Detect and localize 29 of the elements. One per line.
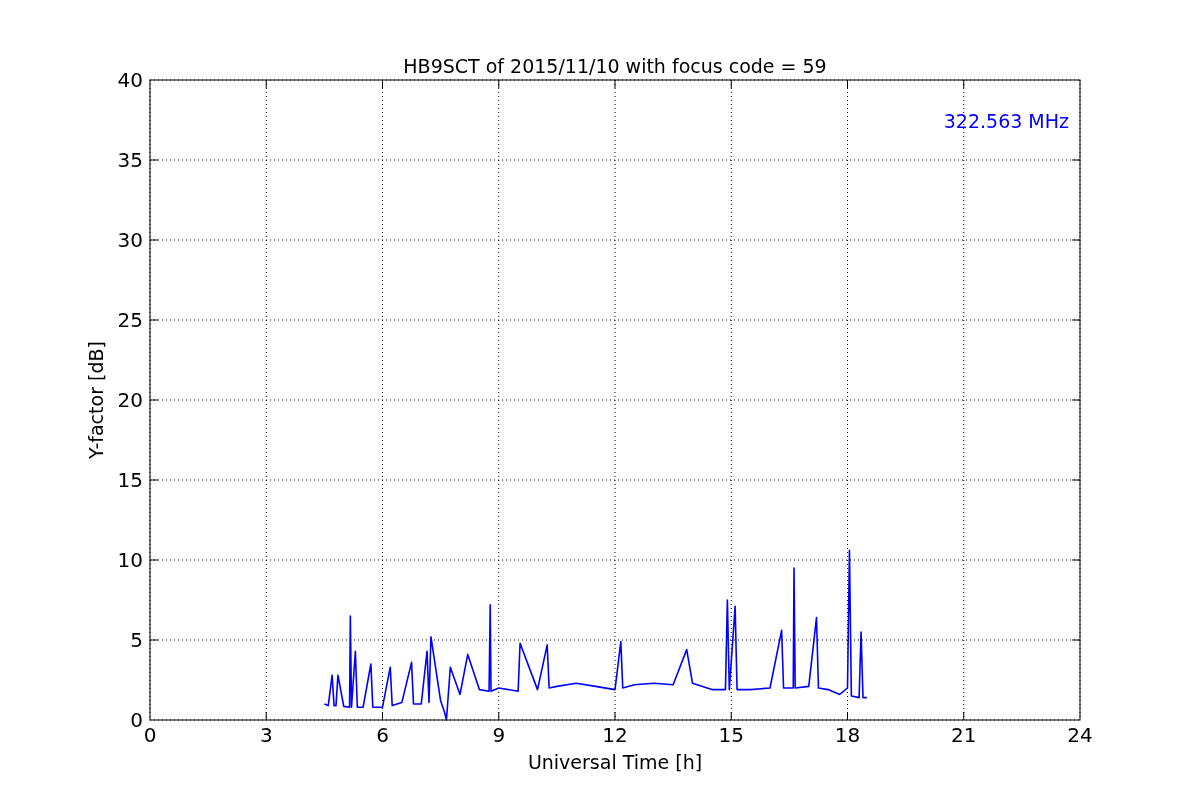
y-axis-label: Y-factor [dB] xyxy=(85,341,107,459)
tick-label: 5 xyxy=(130,628,143,652)
tick-label: 9 xyxy=(492,723,506,747)
tick-label: 20 xyxy=(117,388,143,412)
tick-label: 15 xyxy=(117,468,143,492)
tick-mark xyxy=(265,711,267,721)
tick-label: 0 xyxy=(130,708,143,732)
tick-mark xyxy=(498,711,500,721)
tick-mark xyxy=(963,711,965,721)
tick-label: 30 xyxy=(117,228,143,252)
chart-title: HB9SCT of 2015/11/10 with focus code = 59 xyxy=(403,55,827,77)
tick-mark xyxy=(730,711,732,721)
tick-label: 35 xyxy=(117,148,143,172)
tick-label: 18 xyxy=(834,723,861,747)
tick-label: 6 xyxy=(376,723,389,747)
tick-label: 15 xyxy=(718,723,744,747)
tick-label: 25 xyxy=(117,308,143,332)
series-label: 322.563 MHz xyxy=(943,110,1069,132)
tick-label: 3 xyxy=(259,723,273,747)
tick-mark xyxy=(847,711,848,721)
tick-label: 12 xyxy=(602,723,628,747)
x-axis-label: Universal Time [h] xyxy=(527,751,703,773)
tick-mark xyxy=(382,711,383,721)
tick-label: 10 xyxy=(117,548,143,572)
tick-label: 40 xyxy=(117,68,143,92)
tick-label: 0 xyxy=(143,723,157,747)
tick-mark xyxy=(614,711,616,721)
tick-label: 21 xyxy=(951,723,977,747)
tick-label: 24 xyxy=(1067,723,1093,747)
